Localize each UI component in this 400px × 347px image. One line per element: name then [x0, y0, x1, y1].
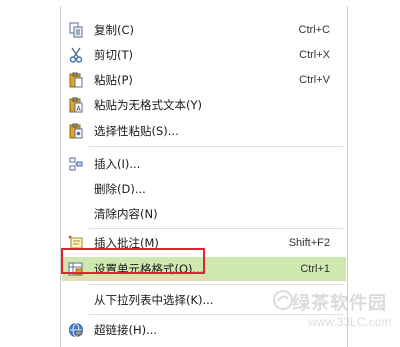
hyperlink-icon — [69, 323, 83, 337]
menu-separator — [89, 146, 343, 147]
menu-item-label: 删除(D)... — [94, 182, 146, 196]
menu-item-label: 插入(I)... — [94, 157, 141, 171]
menu-item-shortcut: Ctrl+1 — [300, 263, 330, 275]
menu-item-paste-special[interactable]: 选择性粘贴(S)... — [62, 119, 346, 143]
copy-icon — [69, 22, 83, 38]
menu-item-label: 粘贴为无格式文本(Y) — [94, 98, 202, 112]
format-cells-icon — [68, 262, 83, 276]
menu-item-insert-comment[interactable]: 插入批注(M) Shift+F2 — [62, 231, 346, 255]
menu-item-label: 从下拉列表中选择(K)... — [94, 293, 214, 307]
menu-item-label: 剪切(T) — [94, 48, 133, 62]
menu-item-label: 复制(C) — [94, 23, 135, 37]
menu-item-shortcut: Ctrl+X — [299, 49, 330, 61]
screenshot-stage: 复制(C) Ctrl+C 剪切(T) Ctrl+X 粘贴(P) Ctrl+V A… — [0, 0, 400, 347]
menu-item-delete[interactable]: 删除(D)... — [62, 177, 346, 201]
insert-icon — [69, 157, 83, 171]
menu-item-label: 超链接(H)... — [94, 323, 158, 337]
menu-item-label: 插入批注(M) — [94, 236, 159, 250]
menu-item-insert[interactable]: 插入(I)... — [62, 152, 346, 176]
scissors-icon — [69, 47, 83, 63]
menu-item-paste[interactable]: 粘贴(P) Ctrl+V — [62, 68, 346, 92]
menu-item-clear-contents[interactable]: 清除内容(N) — [62, 202, 346, 226]
site-watermark: 绿茶软件园 www.33LC.com — [272, 287, 392, 341]
menu-item-cut[interactable]: 剪切(T) Ctrl+X — [62, 43, 346, 67]
menu-separator — [89, 284, 343, 285]
menu-item-paste-plain-text[interactable]: A 粘贴为无格式文本(Y) — [62, 93, 346, 117]
menu-item-label: 设置单元格格式(O)... — [94, 262, 204, 276]
menu-item-label: 粘贴(P) — [94, 73, 133, 87]
comment-icon — [69, 236, 83, 249]
menu-item-shortcut: Ctrl+V — [299, 74, 330, 86]
menu-item-copy[interactable]: 复制(C) Ctrl+C — [62, 18, 346, 42]
paste-icon — [69, 72, 83, 88]
watermark-url: www.33LC.com — [308, 315, 392, 329]
menu-item-shortcut: Ctrl+C — [298, 24, 330, 36]
paste-plain-icon: A — [69, 97, 83, 113]
menu-item-label: 清除内容(N) — [94, 207, 158, 221]
watermark-logo-icon — [273, 290, 293, 310]
watermark-site-name: 绿茶软件园 — [292, 293, 387, 314]
menu-separator — [89, 228, 343, 229]
menu-item-label: 选择性粘贴(S)... — [94, 124, 179, 138]
paste-special-icon — [69, 123, 83, 139]
menu-item-shortcut: Shift+F2 — [288, 237, 330, 249]
menu-item-format-cells[interactable]: 设置单元格格式(O)... Ctrl+1 — [62, 257, 346, 281]
